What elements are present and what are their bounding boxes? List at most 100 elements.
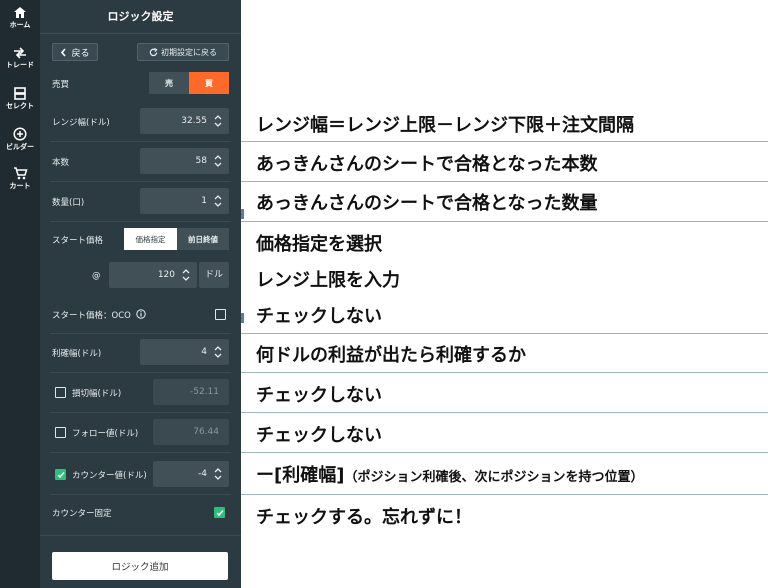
check-icon: [56, 471, 65, 478]
stop-loss-label: 損切幅(ドル): [72, 389, 122, 399]
stepper-icon[interactable]: [214, 468, 222, 480]
note-divider: [241, 141, 768, 142]
count-label: 本数: [52, 158, 70, 168]
note-oco: チェックしない: [256, 306, 382, 327]
home-icon: [14, 7, 26, 18]
row-divider: [50, 452, 231, 453]
stop-loss-input[interactable]: -52.11: [153, 379, 229, 405]
note-counter-sub: （ポジション利確後、次にポジションを持つ位置）: [344, 470, 644, 485]
stepper-icon[interactable]: [214, 195, 222, 207]
rail-label-builder: ビルダー: [6, 143, 34, 151]
back-button[interactable]: 戻る: [52, 43, 98, 61]
logic-settings-panel: ロジック設定 戻る 初期設定に戻る 売買 売 買 レンジ幅(ドル) 32.55 …: [40, 0, 241, 588]
rail-item-trade[interactable]: トレード: [0, 47, 40, 70]
rail-item-home[interactable]: ホーム: [0, 6, 40, 30]
chevron-left-icon: [61, 47, 67, 57]
note-counter-fixed: チェックする。忘れずに！: [256, 507, 472, 528]
follow-input[interactable]: 76.44: [153, 419, 229, 445]
row-divider: [50, 181, 231, 182]
rail-item-select[interactable]: セレクト: [0, 87, 40, 111]
follow-checkbox[interactable]: [55, 427, 66, 438]
stop-loss-checkbox[interactable]: [55, 387, 66, 398]
rail-item-builder[interactable]: ビルダー: [0, 127, 40, 152]
note-counter-main: ー[利確幅]: [256, 465, 345, 486]
row-divider: [50, 494, 231, 495]
counter-checkbox[interactable]: [55, 469, 66, 480]
note-range-width: レンジ幅＝レンジ上限－レンジ下限＋注文間隔: [256, 115, 634, 136]
row-divider: [50, 412, 231, 413]
back-label: 戻る: [71, 48, 90, 59]
counter-label: カウンター値(ドル): [72, 471, 147, 481]
select-icon: [14, 87, 26, 100]
note-divider: [241, 221, 768, 222]
note-divider: [241, 452, 768, 453]
quantity-label: 数量(口): [52, 198, 85, 208]
note-count: あっきんさんのシートで合格となった本数: [256, 154, 598, 175]
note-counter: ー[利確幅]（ポジション利確後、次にポジションを持つ位置）: [256, 461, 643, 487]
start-oco-label: スタート価格：OCO: [52, 309, 146, 321]
quantity-input[interactable]: 1: [140, 188, 229, 214]
stepper-icon[interactable]: [182, 269, 190, 281]
take-profit-value: 4: [201, 347, 207, 357]
start-price-toggle: 価格指定 前日終値: [124, 228, 229, 250]
note-range-upper: レンジ上限を入力: [256, 270, 400, 291]
note-price-specify: 価格指定を選択: [256, 234, 382, 255]
unit-badge: ドル: [199, 262, 229, 288]
info-icon[interactable]: [135, 309, 146, 319]
start-price-label: スタート価格: [52, 236, 104, 246]
at-symbol: @: [92, 271, 101, 281]
row-divider: [50, 141, 231, 142]
rail-item-cart[interactable]: カート: [0, 167, 40, 191]
count-input[interactable]: 58: [140, 148, 229, 174]
start-price-value: 120: [157, 270, 175, 280]
builder-icon: [13, 127, 27, 141]
row-divider: [50, 221, 231, 222]
quantity-value: 1: [201, 196, 207, 206]
reset-defaults-button[interactable]: 初期設定に戻る: [137, 43, 229, 61]
cart-icon: [13, 167, 28, 180]
buysell-label: 売買: [52, 80, 70, 90]
start-oco-text: スタート価格：OCO: [52, 311, 131, 321]
price-specify-option[interactable]: 価格指定: [124, 228, 177, 250]
row-divider: [50, 372, 231, 373]
stepper-icon[interactable]: [214, 115, 222, 127]
refresh-icon: [149, 47, 158, 56]
stepper-icon[interactable]: [214, 155, 222, 167]
start-price-input[interactable]: 120: [109, 262, 197, 288]
start-oco-checkbox[interactable]: [215, 309, 226, 320]
note-divider: [241, 372, 768, 373]
note-divider: [241, 333, 768, 334]
add-logic-button[interactable]: ロジック追加: [52, 552, 228, 580]
note-follow: チェックしない: [256, 425, 382, 446]
buy-option[interactable]: 買: [189, 72, 229, 94]
range-width-value: 32.55: [181, 116, 207, 126]
sell-option[interactable]: 売: [149, 72, 189, 94]
counter-fixed-checkbox[interactable]: [214, 507, 225, 518]
prev-close-option[interactable]: 前日終値: [177, 228, 229, 250]
take-profit-input[interactable]: 4: [140, 339, 229, 365]
marker: [241, 209, 244, 219]
reset-label: 初期設定に戻る: [161, 47, 217, 57]
range-width-label: レンジ幅(ドル): [52, 118, 110, 128]
note-divider: [241, 181, 768, 182]
trade-icon: [14, 47, 26, 59]
stepper-icon[interactable]: [214, 346, 222, 358]
rail-label-select: セレクト: [6, 102, 34, 110]
counter-fixed-label: カウンター固定: [52, 509, 112, 519]
counter-value: -4: [198, 469, 207, 479]
note-divider: [241, 412, 768, 413]
range-width-input[interactable]: 32.55: [140, 108, 229, 134]
follow-label: フォロー値(ドル): [72, 429, 139, 439]
row-divider: [50, 333, 231, 334]
note-stop-loss: チェックしない: [256, 385, 382, 406]
check-icon: [215, 509, 224, 516]
buysell-toggle: 売 買: [149, 72, 229, 94]
counter-input[interactable]: -4: [153, 461, 229, 487]
rail-label-trade: トレード: [6, 61, 34, 69]
note-take-profit: 何ドルの利益が出たら利確するか: [256, 345, 526, 366]
rail-label-cart: カート: [9, 182, 31, 190]
count-value: 58: [195, 156, 207, 166]
take-profit-label: 利確幅(ドル): [52, 349, 102, 359]
side-rail: ホーム トレード セレクト ビルダー カート: [0, 0, 40, 588]
rail-label-home: ホーム: [9, 21, 31, 29]
